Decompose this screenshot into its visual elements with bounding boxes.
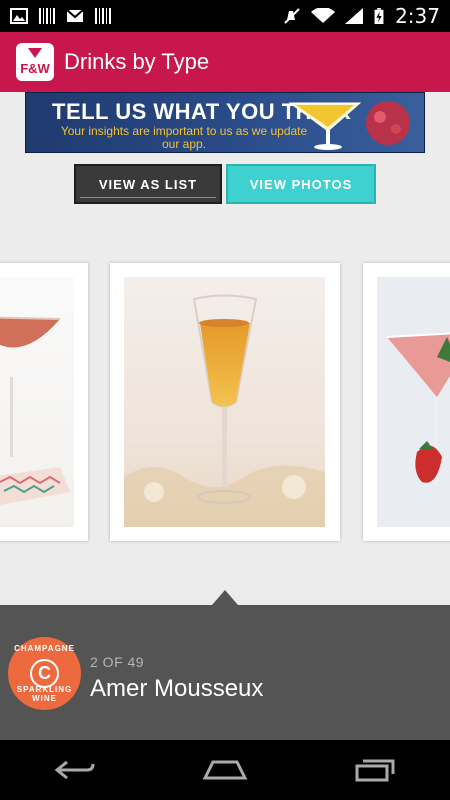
system-nav-bar [0, 740, 450, 800]
page-title: Drinks by Type [64, 49, 210, 74]
drink-name: Amer Mousseux [90, 675, 264, 702]
app-logo-text: F&W [20, 61, 50, 76]
photo-card-previous[interactable] [0, 263, 88, 541]
back-icon [54, 760, 95, 780]
gallery-icon [10, 8, 28, 24]
recents-button[interactable] [345, 750, 405, 790]
badge-top-text: CHAMPAGNE [14, 644, 75, 653]
martini-strawberry-image [386, 332, 450, 487]
app-logo[interactable]: F&W [16, 43, 54, 81]
photo-card-next[interactable] [363, 263, 450, 541]
view-as-list-label: VIEW AS LIST [98, 176, 198, 192]
badge-bottom-text: SPARKLING WINE [16, 685, 73, 703]
coupe-cocktail-image [0, 316, 70, 505]
champagne-flute-image [124, 277, 325, 527]
signal-icon [345, 8, 364, 24]
app-bar: F&W Drinks by Type [0, 32, 450, 92]
recents-icon [355, 759, 395, 782]
gmail-icon [66, 9, 84, 22]
drink-photo [0, 277, 74, 527]
wifi-icon [311, 8, 336, 23]
barcode-icon [95, 8, 111, 24]
view-as-list-button[interactable]: VIEW AS LIST [74, 164, 222, 204]
view-photos-label: VIEW PHOTOS [249, 176, 353, 192]
banner-subtitle: Your insights are important to us as we … [60, 124, 308, 151]
battery-charging-icon [374, 8, 384, 24]
martini-icon [28, 48, 42, 58]
home-button[interactable] [195, 750, 255, 790]
category-badge: CHAMPAGNE C SPARKLING WINE [8, 637, 81, 710]
status-bar: 2:37 [0, 0, 450, 32]
view-photos-button[interactable]: VIEW PHOTOS [226, 164, 376, 204]
home-icon [202, 760, 248, 780]
photo-counter: 2 OF 49 [90, 654, 145, 670]
mute-icon [284, 8, 300, 24]
barcode-icon [39, 8, 55, 24]
clock: 2:37 [395, 4, 440, 28]
drink-photo [124, 277, 325, 527]
selection-pointer [212, 590, 238, 605]
back-button[interactable] [45, 750, 105, 790]
badge-letter: C [30, 659, 59, 688]
photo-card-current[interactable] [110, 263, 340, 541]
feedback-banner[interactable]: TELL US WHAT YOU THINK Your insights are… [25, 92, 425, 153]
drink-photo [377, 277, 450, 527]
cocktail-pomegranate-image [288, 101, 410, 150]
